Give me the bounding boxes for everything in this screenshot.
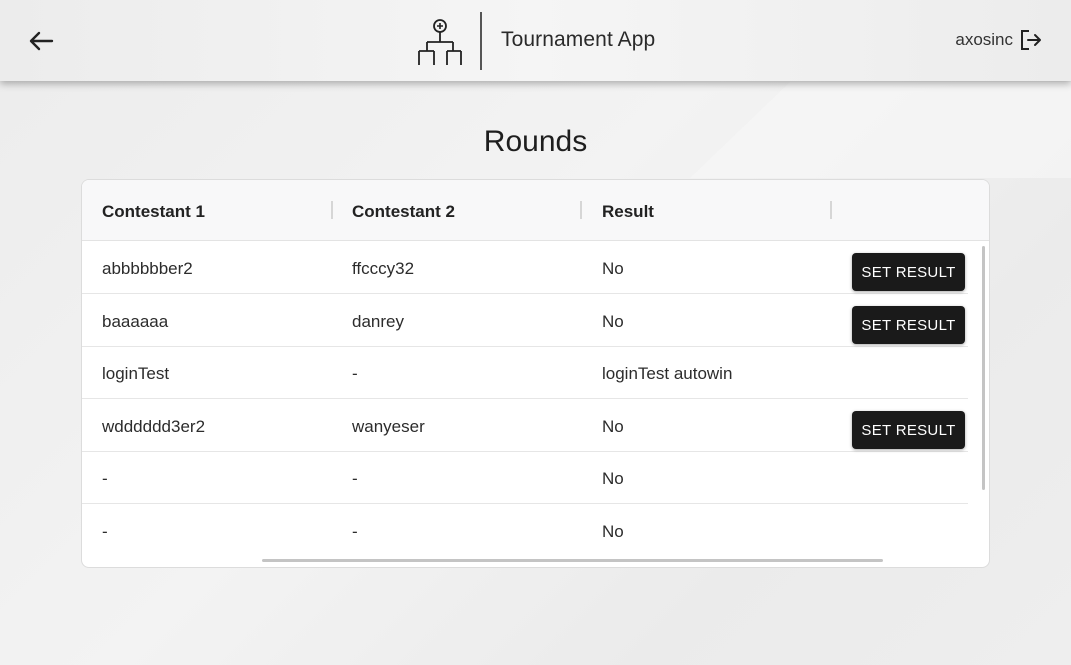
contestant-2-cell: - [352, 469, 358, 488]
result-cell: No [602, 469, 624, 488]
column-header-result[interactable]: Result [602, 202, 654, 222]
contestant-2-cell: wanyeser [352, 417, 425, 436]
column-separator[interactable] [580, 201, 582, 219]
result-cell: No [602, 312, 624, 331]
result-cell: loginTest autowin [602, 364, 733, 383]
column-header-contestant-1[interactable]: Contestant 1 [102, 202, 205, 222]
app-title: Tournament App [501, 28, 656, 51]
horizontal-scrollbar[interactable] [262, 559, 883, 562]
contestant-2-cell: - [352, 522, 358, 541]
logo-divider [480, 12, 482, 70]
contestant-1-cell: - [102, 522, 108, 541]
table-header: Contestant 1 Contestant 2 Result [82, 180, 989, 241]
set-result-button[interactable]: SET RESULT [852, 306, 965, 344]
logout-button[interactable]: axosinc [955, 28, 1043, 52]
logout-icon [1021, 30, 1041, 50]
contestant-2-cell: danrey [352, 312, 404, 331]
app-header: Tournament App axosinc [0, 0, 1071, 81]
table-row: baaaaaa danrey No SET RESULT [82, 295, 968, 347]
result-cell: No [602, 417, 624, 436]
vertical-scrollbar[interactable] [982, 246, 985, 490]
page-title: Rounds [483, 125, 588, 158]
username: axosinc [955, 30, 1013, 49]
column-separator[interactable] [331, 201, 333, 219]
column-header-contestant-2[interactable]: Contestant 2 [352, 202, 455, 222]
table-row: loginTest - loginTest autowin [82, 347, 968, 399]
table-row: wdddddd3er2 wanyeser No SET RESULT [82, 400, 968, 452]
set-result-button[interactable]: SET RESULT [852, 253, 965, 291]
table-row: abbbbbber2 ffcccy32 No SET RESULT [82, 242, 968, 294]
result-cell: No [602, 522, 624, 541]
table-row: - - No [82, 505, 968, 557]
contestant-2-cell: - [352, 364, 358, 383]
column-separator[interactable] [830, 201, 832, 219]
contestant-1-cell: loginTest [102, 364, 170, 383]
set-result-button[interactable]: SET RESULT [852, 411, 965, 449]
bracket-tree-icon [418, 19, 462, 65]
contestant-1-cell: - [102, 469, 108, 488]
back-button[interactable] [26, 26, 56, 56]
contestant-1-cell: wdddddd3er2 [102, 417, 206, 436]
contestant-2-cell: ffcccy32 [352, 259, 415, 278]
result-cell: No [602, 259, 624, 278]
contestant-1-cell: baaaaaa [102, 312, 169, 331]
table-row: - - No [82, 452, 968, 504]
rounds-table: Contestant 1 Contestant 2 Result abbbbbb… [81, 179, 990, 568]
arrow-left-icon [29, 31, 54, 51]
contestant-1-cell: abbbbbber2 [102, 259, 193, 278]
